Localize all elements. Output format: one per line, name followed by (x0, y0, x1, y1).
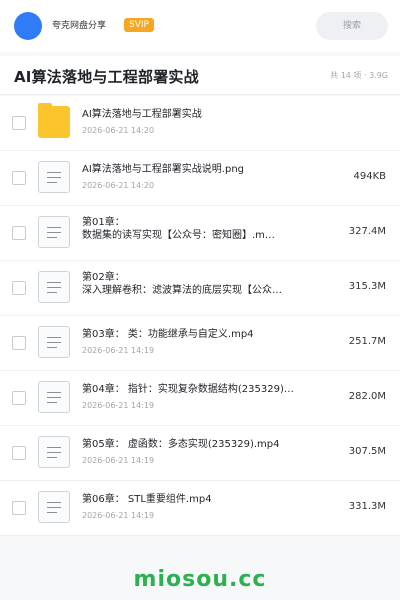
file-name: 第02章： 深入理解卷积：滤波算法的底层实现【公众… (82, 272, 282, 296)
folder-icon (38, 103, 70, 138)
list-item[interactable]: 第01章： 数据集的读写实现【公众号：密知圈】.m… 327.4M (0, 206, 400, 261)
list-item[interactable]: AI算法落地与工程部署实战说明.png 2026-06-21 14:20 494… (0, 151, 400, 206)
file-date: 2026-06-21 14:19 (82, 456, 155, 465)
file-size: 251.7M (348, 336, 386, 347)
row-checkbox[interactable] (12, 226, 26, 240)
file-icon (38, 271, 70, 303)
list-item[interactable]: 第03章： 类：功能继承与自定义.mp4 2026-06-21 14:19 25… (0, 316, 400, 371)
file-icon (38, 326, 70, 358)
file-date: 2026-06-21 14:19 (82, 401, 155, 410)
list-item[interactable]: 第02章： 深入理解卷积：滤波算法的底层实现【公众… 315.3M (0, 261, 400, 316)
list-item[interactable]: 第05章： 虚函数：多态实现(235329).mp4 2026-06-21 14… (0, 426, 400, 481)
search-button[interactable]: 搜索 (316, 12, 388, 40)
top-bar: 夸克网盘分享 SVIP 搜索 (0, 0, 400, 52)
file-date: 2026-06-21 14:20 (82, 181, 155, 190)
site-watermark: miosou.cc (133, 567, 267, 592)
row-checkbox[interactable] (12, 336, 26, 350)
file-icon (38, 216, 70, 248)
file-date: 2026-06-21 14:19 (82, 511, 155, 520)
file-size: 307.5M (348, 446, 386, 457)
row-checkbox[interactable] (12, 446, 26, 460)
file-name: AI算法落地与工程部署实战说明.png (82, 164, 245, 175)
folder-header: AI算法落地与工程部署实战 共 14 项 · 3.9G (0, 56, 400, 95)
file-size: 315.3M (348, 281, 386, 292)
list-item[interactable]: 第04章： 指针：实现复杂数据结构(235329)… 2026-06-21 14… (0, 371, 400, 426)
brand-name: 夸克网盘分享 (52, 21, 107, 31)
file-icon (38, 436, 70, 468)
file-size: 282.0M (348, 391, 386, 402)
file-name: 第04章： 指针：实现复杂数据结构(235329)… (82, 384, 294, 395)
file-size: 331.3M (348, 501, 386, 512)
row-checkbox[interactable] (12, 391, 26, 405)
file-list: AI算法落地与工程部署实战 2026-06-21 14:20 AI算法落地与工程… (0, 96, 400, 536)
file-icon (38, 381, 70, 413)
file-date: 2026-06-21 14:20 (82, 126, 155, 135)
file-icon (38, 491, 70, 523)
file-icon (38, 161, 70, 193)
file-name: 第05章： 虚函数：多态实现(235329).mp4 (82, 439, 280, 450)
row-checkbox[interactable] (12, 501, 26, 515)
item-summary: 共 14 项 · 3.9G (330, 71, 388, 80)
svip-badge: SVIP (124, 18, 154, 32)
file-date: 2026-06-21 14:19 (82, 346, 155, 355)
list-item[interactable]: 第06章： STL重要组件.mp4 2026-06-21 14:19 331.3… (0, 481, 400, 536)
page-title: AI算法落地与工程部署实战 (14, 68, 199, 86)
watermark-footer: miosou.cc (0, 560, 400, 600)
file-name: AI算法落地与工程部署实战 (82, 109, 202, 120)
file-name: 第01章： 数据集的读写实现【公众号：密知圈】.m… (82, 217, 275, 241)
file-size: 494KB (353, 171, 386, 182)
file-size: 327.4M (348, 226, 386, 237)
avatar[interactable] (14, 12, 42, 40)
list-item[interactable]: AI算法落地与工程部署实战 2026-06-21 14:20 (0, 96, 400, 151)
row-checkbox[interactable] (12, 116, 26, 130)
file-name: 第06章： STL重要组件.mp4 (82, 494, 212, 505)
row-checkbox[interactable] (12, 171, 26, 185)
row-checkbox[interactable] (12, 281, 26, 295)
file-name: 第03章： 类：功能继承与自定义.mp4 (82, 329, 254, 340)
